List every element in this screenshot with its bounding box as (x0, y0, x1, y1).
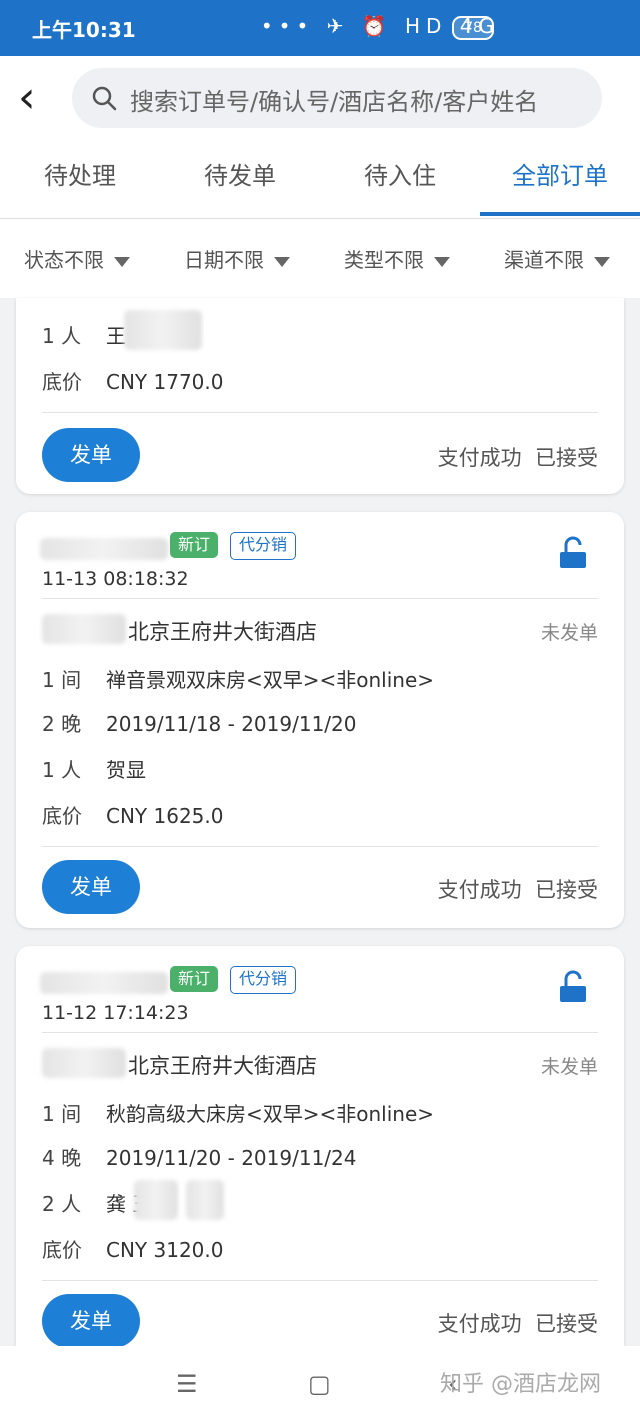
tab-active-indicator (480, 212, 640, 216)
accept-status: 已接受 (535, 1312, 598, 1336)
guest-count: 2 人 (42, 1192, 82, 1216)
send-order-button[interactable]: 发单 (42, 860, 140, 914)
redacted-city (42, 1048, 126, 1078)
hotel-name: 北京王府井大街酒店 (128, 620, 317, 644)
search-icon (92, 86, 117, 111)
order-time: 11-13 08:18:32 (42, 568, 189, 590)
room-count: 1 间 (42, 668, 82, 692)
room-type: 秋韵高级大床房<双早><非online> (106, 1102, 435, 1126)
price-value: CNY 1770.0 (106, 370, 224, 394)
home-icon[interactable]: ▢ (308, 1370, 331, 1398)
unlock-icon[interactable] (558, 970, 588, 1004)
filter-date-label: 日期不限 (184, 248, 264, 272)
dropdown-arrow-icon (114, 256, 130, 267)
send-order-button[interactable]: 发单 (42, 428, 140, 482)
order-card[interactable]: 新订 代分销 11-12 17:14:23 北京王府井大街酒店 未发单 1 间秋… (16, 946, 624, 1366)
divider (42, 412, 598, 413)
divider (42, 1280, 598, 1281)
room-row: 1 间禅音景观双床房<双早><非online> (42, 664, 434, 693)
guest-row: 1 人王 (42, 320, 126, 349)
dropdown-arrow-icon (274, 256, 290, 267)
divider (42, 598, 598, 599)
send-order-button[interactable]: 发单 (42, 1294, 140, 1348)
stay-dates: 2019/11/18 - 2019/11/20 (106, 712, 357, 736)
dispatch-status: 未发单 (540, 622, 598, 644)
room-type: 禅音景观双床房<双早><非online> (106, 668, 435, 692)
guest-count: 1 人 (42, 758, 82, 782)
guest-names: 贺显 (106, 758, 146, 782)
night-count: 4 晚 (42, 1146, 82, 1170)
dropdown-arrow-icon (434, 256, 450, 267)
price-label: 底价 (42, 804, 82, 828)
tab-bar: 待处理 待发单 待入住 全部订单 (0, 144, 640, 218)
search-placeholder: 搜索订单号/确认号/酒店名称/客户姓名 (130, 88, 539, 116)
stay-dates: 2019/11/20 - 2019/11/24 (106, 1146, 357, 1170)
redacted-city (42, 614, 126, 644)
divider (42, 846, 598, 847)
accept-status: 已接受 (535, 878, 598, 902)
tab-to-dispatch[interactable]: 待发单 (160, 156, 320, 191)
filter-channel[interactable]: 渠道不限 (504, 244, 610, 273)
price-value: CNY 3120.0 (106, 1238, 224, 1262)
price-row: 底价 CNY 1770.0 (42, 366, 223, 395)
guest-row: 1 人贺显 (42, 754, 146, 783)
divider (0, 218, 640, 219)
redacted-order-id (40, 972, 168, 994)
tab-pending[interactable]: 待处理 (0, 156, 160, 191)
redacted-name (186, 1180, 224, 1220)
pay-status: 支付成功 (437, 878, 522, 902)
order-status: 支付成功 已接受 (438, 442, 598, 472)
tag-channel: 代分销 (230, 532, 297, 560)
hotel-name: 北京王府井大街酒店 (128, 1054, 317, 1078)
redacted-name (134, 1180, 178, 1220)
redacted-name (124, 310, 202, 350)
pay-status: 支付成功 (437, 446, 522, 470)
search-bar[interactable]: 搜索订单号/确认号/酒店名称/客户姓名 (72, 68, 602, 128)
nights-row: 4 晚 2019/11/20 - 2019/11/24 (42, 1142, 356, 1171)
order-status: 支付成功 已接受 (438, 874, 598, 904)
price-label: 底价 (42, 370, 82, 394)
night-count: 2 晚 (42, 712, 82, 736)
redacted-order-id (40, 538, 168, 560)
order-time: 11-12 17:14:23 (42, 1002, 189, 1024)
room-count: 1 间 (42, 1102, 82, 1126)
system-nav-bar: ☰ ▢ ‹ 知乎 @酒店龙网 (0, 1346, 640, 1422)
tag-new-order: 新订 (170, 966, 219, 992)
dropdown-arrow-icon (594, 256, 610, 267)
guest-names: 王 (106, 324, 126, 348)
accept-status: 已接受 (535, 446, 598, 470)
price-value: CNY 1625.0 (106, 804, 224, 828)
filter-bar: 状态不限 日期不限 类型不限 渠道不限 (0, 228, 640, 294)
filter-channel-label: 渠道不限 (504, 248, 584, 272)
pay-status: 支付成功 (437, 1312, 522, 1336)
order-card[interactable]: 新订 代分销 11-13 08:18:32 北京王府井大街酒店 未发单 1 间禅… (16, 512, 624, 928)
order-card[interactable]: 1 人王 底价 CNY 1770.0 发单 支付成功 已接受 (16, 298, 624, 494)
filter-date[interactable]: 日期不限 (184, 244, 290, 273)
divider (42, 1032, 598, 1033)
watermark: 知乎 @酒店龙网 (440, 1372, 601, 1397)
nights-row: 2 晚 2019/11/18 - 2019/11/20 (42, 708, 356, 737)
room-row: 1 间秋韵高级大床房<双早><非online> (42, 1098, 434, 1127)
dispatch-status: 未发单 (540, 1056, 598, 1078)
filter-status-label: 状态不限 (24, 248, 104, 272)
battery-icon: 78 (452, 16, 494, 40)
header: ‹ 搜索订单号/确认号/酒店名称/客户姓名 待处理 待发单 待入住 全部订单 状… (0, 56, 640, 298)
price-row: 底价 CNY 3120.0 (42, 1234, 223, 1263)
status-time: 上午10:31 (32, 18, 136, 42)
menu-icon[interactable]: ☰ (176, 1370, 198, 1398)
price-label: 底价 (42, 1238, 82, 1262)
status-bar: 上午10:31 ••• ✈ ⏰ HD 4G 78 (0, 0, 640, 56)
filter-status[interactable]: 状态不限 (24, 244, 130, 273)
tag-new-order: 新订 (170, 532, 219, 558)
price-row: 底价 CNY 1625.0 (42, 800, 223, 829)
unlock-icon[interactable] (558, 536, 588, 570)
filter-type-label: 类型不限 (344, 248, 424, 272)
guest-count: 1 人 (42, 324, 82, 348)
tab-all-orders[interactable]: 全部订单 (480, 156, 640, 191)
tag-channel: 代分销 (230, 966, 297, 994)
filter-type[interactable]: 类型不限 (344, 244, 450, 273)
tab-to-checkin[interactable]: 待入住 (320, 156, 480, 191)
order-status: 支付成功 已接受 (438, 1308, 598, 1338)
back-arrow-icon[interactable]: ‹ (18, 76, 58, 122)
